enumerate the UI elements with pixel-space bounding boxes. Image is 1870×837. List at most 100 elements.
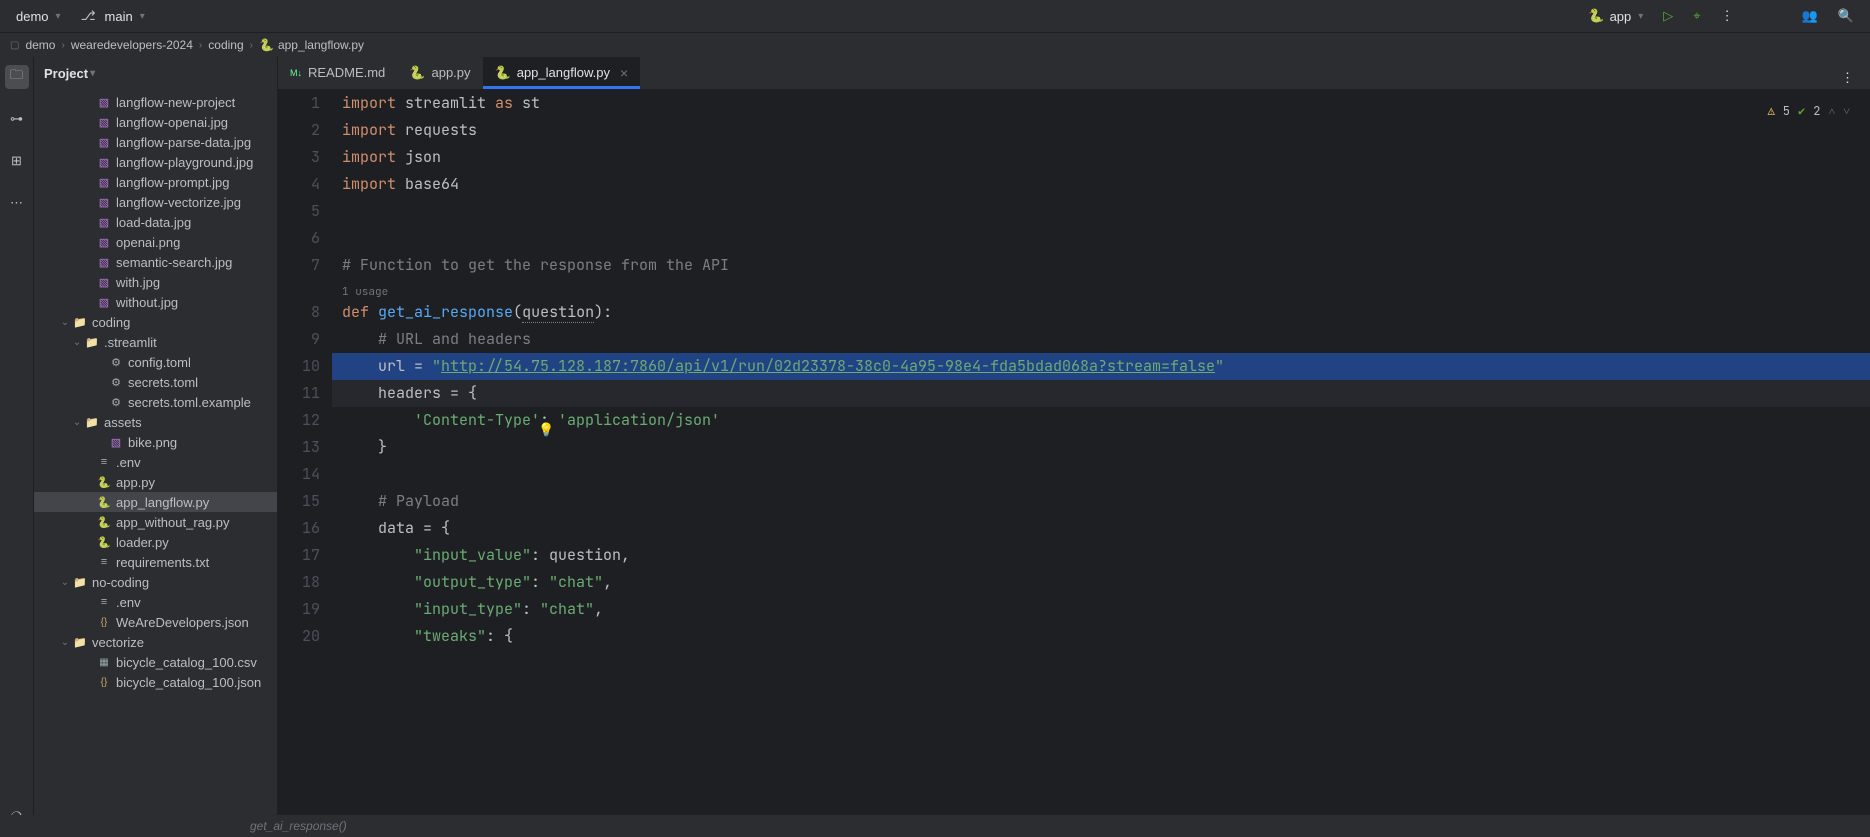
code-line[interactable]: import requests xyxy=(332,117,1870,144)
code-line[interactable]: def get_ai_response(question): xyxy=(332,299,1870,326)
people-icon: 👥 xyxy=(1802,8,1818,24)
code-line[interactable]: # Payload xyxy=(332,488,1870,515)
tree-item[interactable]: ⌄no-coding xyxy=(34,572,277,592)
project-tree[interactable]: langflow-new-projectlangflow-openai.jpgl… xyxy=(34,90,277,837)
intention-bulb-icon[interactable]: 💡 xyxy=(538,416,554,443)
chevron-right-icon: › xyxy=(199,40,202,51)
editor-tab[interactable]: 🐍app_langflow.py× xyxy=(483,57,641,89)
tree-item[interactable]: requirements.txt xyxy=(34,552,277,572)
tree-item[interactable]: app_langflow.py xyxy=(34,492,277,512)
status-function: get_ai_response() xyxy=(250,819,347,833)
editor-tabs: M↓README.md×🐍app.py×🐍app_langflow.py× ⋮ xyxy=(278,57,1870,90)
vcs-branch-menu[interactable]: main▾ xyxy=(75,5,151,27)
chevron-up-icon[interactable]: ˄ xyxy=(1828,98,1835,125)
python-icon: 🐍 xyxy=(259,38,274,52)
folder-icon: ▢ xyxy=(10,40,19,51)
tree-item[interactable]: .env xyxy=(34,592,277,612)
left-toolstrip: 🗀 ⊶ ⊞ ⋯ ❍ xyxy=(0,57,34,837)
breadcrumb-item[interactable]: coding xyxy=(208,38,243,52)
code-line[interactable]: import streamlit as st xyxy=(332,90,1870,117)
tree-item[interactable]: app.py xyxy=(34,472,277,492)
editor-area: M↓README.md×🐍app.py×🐍app_langflow.py× ⋮ 1… xyxy=(278,57,1870,837)
warning-icon: ⚠ xyxy=(1768,98,1775,125)
tree-item[interactable]: config.toml xyxy=(34,352,277,372)
tree-item[interactable]: langflow-vectorize.jpg xyxy=(34,192,277,212)
tree-item[interactable]: with.jpg xyxy=(34,272,277,292)
sidebar-header[interactable]: Project▾ xyxy=(34,57,277,90)
code-line[interactable]: "input_value": question, xyxy=(332,542,1870,569)
code-line[interactable]: data = { xyxy=(332,515,1870,542)
run-config-menu[interactable]: 🐍 app▾ xyxy=(1582,5,1649,27)
breadcrumb-item[interactable]: demo xyxy=(25,38,55,52)
folder-icon: 🗀 xyxy=(10,66,23,88)
code-line[interactable]: 'Content-Type': 'application/json' xyxy=(332,407,1870,434)
breadcrumb-item[interactable]: wearedevelopers-2024 xyxy=(71,38,193,52)
tree-item[interactable]: without.jpg xyxy=(34,292,277,312)
tree-item[interactable]: ⌄vectorize xyxy=(34,632,277,652)
inspections-widget[interactable]: ⚠5 ✔2 ˄ ˅ xyxy=(1768,98,1850,125)
warning-count: 5 xyxy=(1783,98,1790,125)
tree-item[interactable]: WeAreDevelopers.json xyxy=(34,612,277,632)
tree-item[interactable]: loader.py xyxy=(34,532,277,552)
tree-item[interactable]: semantic-search.jpg xyxy=(34,252,277,272)
code-line[interactable]: "tweaks": { xyxy=(332,623,1870,650)
editor[interactable]: 1234567891011121314151617181920 import s… xyxy=(278,90,1870,837)
tree-item[interactable]: langflow-playground.jpg xyxy=(34,152,277,172)
search-everywhere-button[interactable]: 🔍 xyxy=(1832,5,1860,27)
tree-item[interactable]: .env xyxy=(34,452,277,472)
commit-tool-button[interactable]: ⊶ xyxy=(5,107,29,131)
project-tool-button[interactable]: 🗀 xyxy=(5,65,29,89)
tree-item[interactable]: app_without_rag.py xyxy=(34,512,277,532)
python-icon: 🐍 xyxy=(1588,8,1604,24)
tree-item[interactable]: bike.png xyxy=(34,432,277,452)
bug-icon: ⌖ xyxy=(1693,8,1700,24)
tree-item[interactable]: bicycle_catalog_100.json xyxy=(34,672,277,692)
code-line[interactable]: "input_type": "chat", xyxy=(332,596,1870,623)
code-line[interactable]: import base64 xyxy=(332,171,1870,198)
chevron-down-icon: ▾ xyxy=(90,68,95,79)
run-button[interactable]: ▷ xyxy=(1657,5,1679,27)
breadcrumb-item[interactable]: 🐍 app_langflow.py xyxy=(259,38,364,52)
status-bar: get_ai_response() xyxy=(0,815,1870,837)
editor-tab[interactable]: 🐍app.py× xyxy=(397,57,482,89)
more-tools-button[interactable]: ⋯ xyxy=(5,191,29,215)
tree-item[interactable]: langflow-openai.jpg xyxy=(34,112,277,132)
tree-item[interactable]: langflow-parse-data.jpg xyxy=(34,132,277,152)
tree-item[interactable]: openai.png xyxy=(34,232,277,252)
editor-tab[interactable]: M↓README.md× xyxy=(278,57,397,89)
code-with-me-button[interactable]: 👥 xyxy=(1796,5,1824,27)
code-line[interactable]: "output_type": "chat", xyxy=(332,569,1870,596)
tree-item[interactable]: langflow-prompt.jpg xyxy=(34,172,277,192)
titlebar: demo▾ main▾ 🐍 app▾ ▷ ⌖ ⋮ 👥 🔍 xyxy=(0,0,1870,33)
close-icon[interactable]: × xyxy=(620,65,628,81)
tree-item[interactable]: ⌄assets xyxy=(34,412,277,432)
tree-item[interactable]: secrets.toml xyxy=(34,372,277,392)
code-line[interactable]: url = "http://54.75.128.187:7860/api/v1/… xyxy=(332,353,1870,380)
code-line[interactable]: # Function to get the response from the … xyxy=(332,252,1870,279)
usage-hint[interactable]: 1 usage xyxy=(332,279,1870,299)
tree-item[interactable]: ⌄coding xyxy=(34,312,277,332)
chevron-down-icon[interactable]: ˅ xyxy=(1843,98,1850,125)
tree-item[interactable]: ⌄.streamlit xyxy=(34,332,277,352)
tree-item[interactable]: langflow-new-project xyxy=(34,92,277,112)
code-content[interactable]: import streamlit as stimport requestsimp… xyxy=(332,90,1870,837)
commit-icon: ⊶ xyxy=(10,111,23,127)
tree-item[interactable]: bicycle_catalog_100.csv xyxy=(34,652,277,672)
structure-tool-button[interactable]: ⊞ xyxy=(5,149,29,173)
code-line[interactable] xyxy=(332,225,1870,252)
debug-button[interactable]: ⌖ xyxy=(1687,5,1706,27)
tabs-menu-button[interactable]: ⋮ xyxy=(1835,67,1860,89)
code-line[interactable]: import json xyxy=(332,144,1870,171)
project-menu[interactable]: demo▾ xyxy=(10,6,67,27)
tree-item[interactable]: load-data.jpg xyxy=(34,212,277,232)
search-icon: 🔍 xyxy=(1838,8,1854,24)
code-line[interactable] xyxy=(332,198,1870,225)
gutter: 1234567891011121314151617181920 xyxy=(278,90,332,837)
ok-count: 2 xyxy=(1813,98,1820,125)
more-button[interactable]: ⋮ xyxy=(1715,5,1740,27)
code-line[interactable]: headers = { xyxy=(332,380,1870,407)
code-line[interactable]: # URL and headers xyxy=(332,326,1870,353)
code-line[interactable]: } xyxy=(332,434,1870,461)
code-line[interactable] xyxy=(332,461,1870,488)
tree-item[interactable]: secrets.toml.example xyxy=(34,392,277,412)
